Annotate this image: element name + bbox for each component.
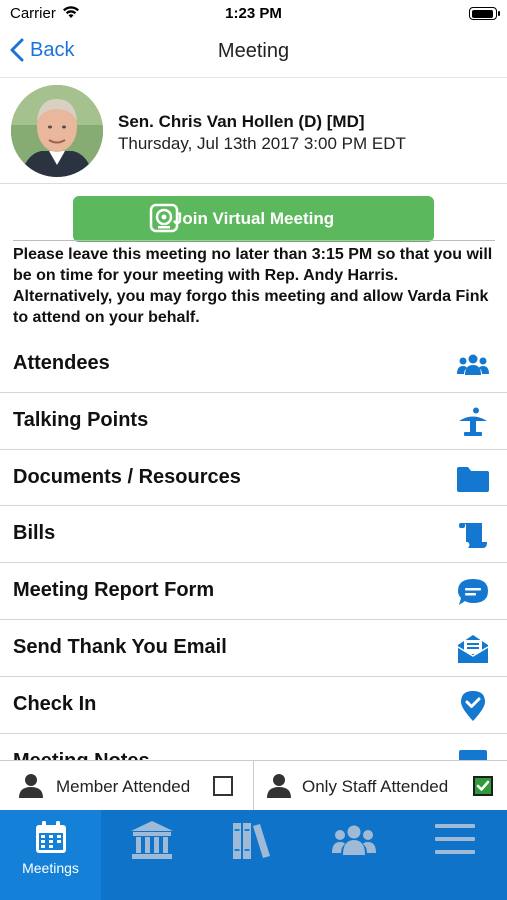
menu-icon — [434, 824, 475, 854]
staff-attended-checkbox[interactable] — [473, 776, 493, 796]
tab-library[interactable] — [202, 810, 303, 900]
staff-attended-label: Only Staff Attended — [302, 777, 449, 796]
member-attended-label: Member Attended — [56, 777, 191, 796]
menu-item-label: Attendees — [13, 352, 110, 374]
menu-item-label: Talking Points — [13, 408, 149, 431]
tab-meetings[interactable]: Meetings — [0, 810, 101, 900]
menu-item-bills[interactable]: Bills — [0, 506, 507, 564]
tab-legislators[interactable] — [101, 810, 202, 900]
join-virtual-meeting-button[interactable]: Join Virtual Meeting — [73, 196, 434, 242]
people-icon — [456, 350, 490, 380]
member-attended-checkbox[interactable] — [213, 776, 233, 796]
menu-item-label: Documents / Resources — [13, 465, 241, 488]
notes-icon — [456, 748, 490, 760]
member-name: Sen. Chris Van Hollen (D) [MD] — [118, 112, 365, 131]
menu-item-label: Bills — [13, 522, 56, 545]
menu-item-attendees[interactable]: Attendees — [0, 336, 507, 393]
status-bar: Carrier 1:23 PM — [0, 0, 507, 28]
tab-bar: Meetings — [0, 810, 507, 900]
tab-people[interactable] — [303, 810, 404, 900]
menu-item-talking-points[interactable]: Talking Points — [0, 393, 507, 450]
calendar-icon — [35, 821, 66, 853]
folder-icon — [456, 464, 490, 494]
avatar — [11, 85, 103, 177]
webcam-icon — [149, 203, 179, 233]
chat-icon — [456, 577, 490, 607]
meeting-datetime: Thursday, Jul 13th 2017 3:00 PM EDT — [118, 134, 406, 153]
meeting-menu: Attendees Talking Points Documents / Res… — [0, 336, 507, 760]
tab-label: Meetings — [22, 860, 79, 876]
tab-menu[interactable] — [404, 810, 505, 900]
page-title: Meeting — [217, 40, 290, 62]
scroll-icon — [456, 520, 490, 550]
envelope-icon — [456, 634, 490, 664]
menu-item-label: Send Thank You Email — [13, 635, 227, 658]
divider — [13, 240, 495, 241]
podium-icon — [456, 407, 490, 437]
menu-item-report-form[interactable]: Meeting Report Form — [0, 563, 507, 620]
people-icon — [331, 825, 376, 855]
meeting-header: Sen. Chris Van Hollen (D) [MD] Thursday,… — [0, 80, 507, 184]
menu-item-documents[interactable]: Documents / Resources — [0, 450, 507, 507]
staff-attended-toggle[interactable]: Only Staff Attended — [254, 761, 507, 811]
capitol-icon — [130, 821, 173, 859]
menu-item-thank-you-email[interactable]: Send Thank You Email — [0, 620, 507, 677]
attendance-bar: Member Attended Only Staff Attended — [0, 760, 507, 811]
nav-bar: Back Meeting — [0, 28, 507, 78]
map-pin-check-icon — [456, 690, 490, 721]
books-icon — [232, 823, 270, 859]
member-attended-toggle[interactable]: Member Attended — [0, 761, 253, 811]
menu-item-label: Check In — [13, 692, 97, 715]
schedule-notice: Please leave this meeting no later than … — [13, 246, 493, 326]
join-button-label: Join Virtual Meeting — [172, 209, 335, 228]
menu-item-meeting-notes[interactable]: Meeting Notes — [0, 734, 507, 760]
menu-item-label: Meeting Report Form — [13, 579, 215, 602]
menu-item-label: Meeting Notes — [13, 750, 150, 760]
person-icon — [267, 774, 291, 798]
battery-icon — [469, 7, 500, 20]
status-time: 1:23 PM — [225, 5, 282, 22]
person-icon — [19, 774, 43, 798]
menu-item-check-in[interactable]: Check In — [0, 677, 507, 734]
checkmark-icon — [476, 780, 490, 791]
